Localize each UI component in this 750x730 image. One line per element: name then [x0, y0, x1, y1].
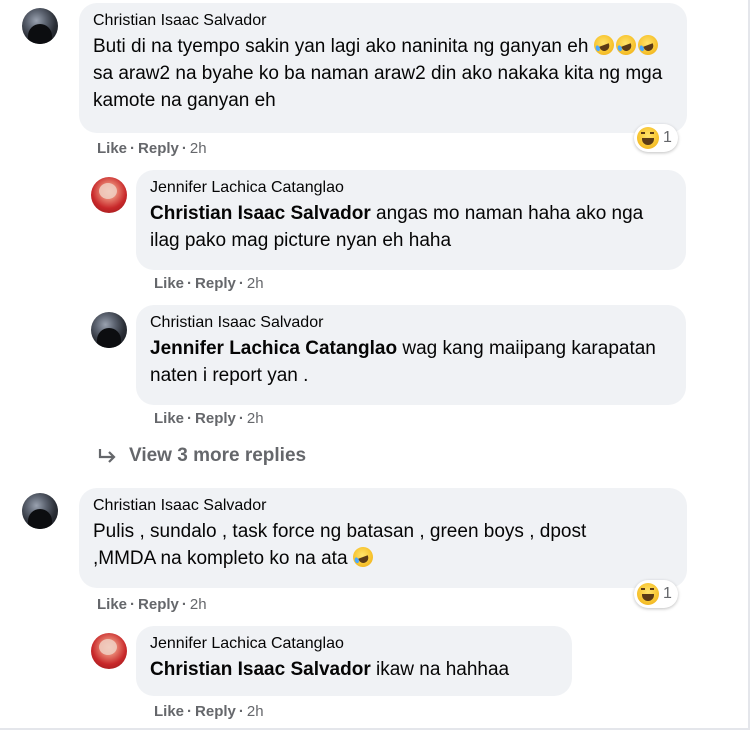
- reaction-badge[interactable]: 1: [634, 580, 678, 608]
- comment-bubble: Christian Isaac Salvador Pulis , sundalo…: [79, 488, 687, 588]
- reaction-count: 1: [663, 129, 672, 146]
- view-more-replies-button[interactable]: View 3 more replies: [97, 445, 306, 467]
- reply-arrow-icon: [98, 449, 116, 463]
- avatar[interactable]: [22, 8, 58, 44]
- avatar[interactable]: [91, 177, 127, 213]
- comment-time[interactable]: 2h: [247, 703, 264, 720]
- reaction-badge[interactable]: 1: [634, 124, 678, 152]
- like-button[interactable]: Like: [154, 703, 184, 720]
- comment-author[interactable]: Jennifer Lachica Catanglao: [150, 634, 558, 654]
- laughing-emoji-icon: [612, 32, 639, 58]
- comment-actions: Like · Reply · 2h: [154, 703, 264, 720]
- haha-reaction-icon: [637, 127, 659, 149]
- comments-panel: Christian Isaac Salvador Buti di na tyem…: [0, 0, 750, 730]
- comment-time[interactable]: 2h: [247, 275, 264, 292]
- mention-link[interactable]: Jennifer Lachica Catanglao: [150, 338, 397, 359]
- comment-time[interactable]: 2h: [247, 410, 264, 427]
- comment-actions: Like · Reply · 2h: [154, 410, 264, 427]
- comment-author[interactable]: Christian Isaac Salvador: [150, 313, 672, 333]
- comment-author[interactable]: Christian Isaac Salvador: [93, 496, 673, 516]
- like-button[interactable]: Like: [97, 596, 127, 613]
- laughing-emoji-icon: [590, 32, 617, 58]
- haha-reaction-icon: [637, 583, 659, 605]
- like-button[interactable]: Like: [154, 275, 184, 292]
- avatar[interactable]: [22, 493, 58, 529]
- comment-text: Christian Isaac Salvador angas mo naman …: [150, 203, 644, 251]
- comment-time[interactable]: 2h: [190, 596, 207, 613]
- comment-author[interactable]: Christian Isaac Salvador: [93, 11, 673, 31]
- laughing-emoji-icon: [634, 32, 661, 58]
- comment-bubble: Christian Isaac Salvador Jennifer Lachic…: [136, 305, 686, 405]
- comment-actions: Like · Reply · 2h: [97, 140, 207, 157]
- view-more-label: View 3 more replies: [129, 445, 307, 466]
- reply-button[interactable]: Reply: [138, 140, 179, 157]
- avatar[interactable]: [91, 312, 127, 348]
- comment-actions: Like · Reply · 2h: [154, 275, 264, 292]
- reply-button[interactable]: Reply: [195, 275, 236, 292]
- like-button[interactable]: Like: [97, 140, 127, 157]
- comment-text: Jennifer Lachica Catanglao wag kang maii…: [150, 338, 656, 386]
- laughing-emoji-icon: [349, 544, 376, 570]
- comment-text: Christian Isaac Salvador ikaw na hahhaa: [150, 659, 510, 680]
- comment-time[interactable]: 2h: [190, 140, 207, 157]
- avatar[interactable]: [91, 633, 127, 669]
- comment-text: Pulis , sundalo , task force ng batasan …: [93, 521, 587, 570]
- comment-actions: Like · Reply · 2h: [97, 596, 207, 613]
- mention-link[interactable]: Christian Isaac Salvador: [150, 659, 371, 680]
- reaction-count: 1: [663, 585, 672, 602]
- comment-bubble: Jennifer Lachica Catanglao Christian Isa…: [136, 170, 686, 270]
- reply-button[interactable]: Reply: [195, 703, 236, 720]
- reply-button[interactable]: Reply: [195, 410, 236, 427]
- like-button[interactable]: Like: [154, 410, 184, 427]
- comment-bubble: Jennifer Lachica Catanglao Christian Isa…: [136, 626, 572, 696]
- comment-text: Buti di na tyempo sakin yan lagi ako nan…: [93, 32, 673, 114]
- mention-link[interactable]: Christian Isaac Salvador: [150, 203, 371, 224]
- reply-button[interactable]: Reply: [138, 596, 179, 613]
- comment-bubble: Christian Isaac Salvador Buti di na tyem…: [79, 3, 687, 133]
- comment-author[interactable]: Jennifer Lachica Catanglao: [150, 178, 672, 198]
